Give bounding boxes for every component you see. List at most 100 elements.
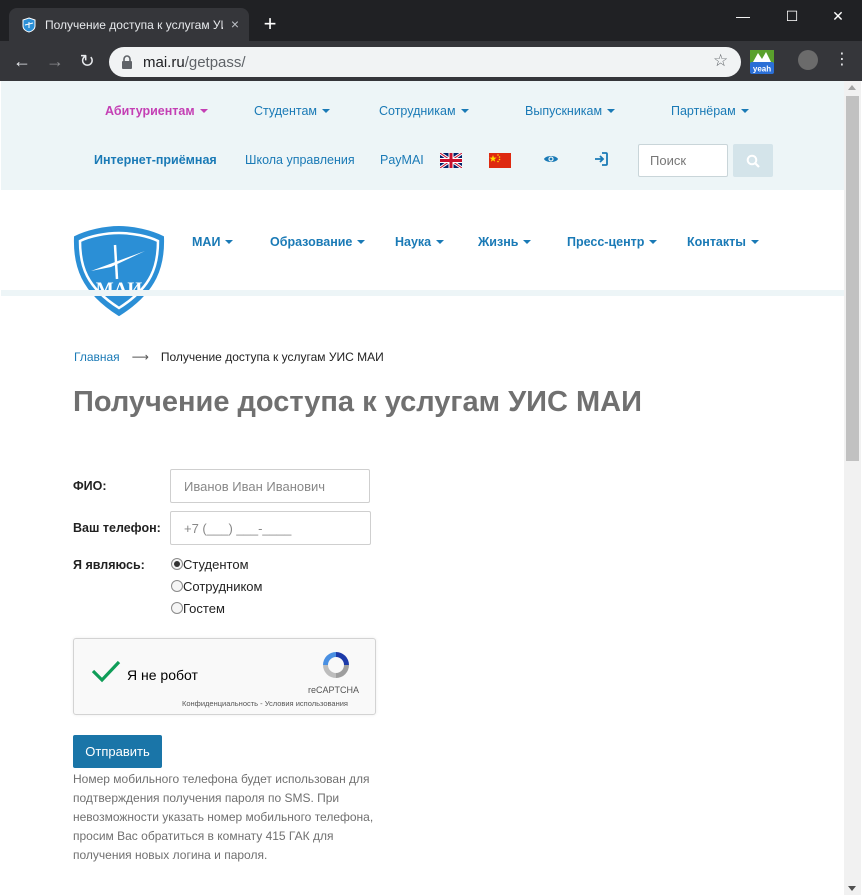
role-option-label: Гостем (183, 601, 225, 616)
radio-checked-icon[interactable] (171, 558, 183, 570)
browser-toolbar: ← → ↻ mai.ru/getpass/ ☆ (0, 41, 862, 81)
chevron-down-icon (750, 240, 759, 244)
minimize-button[interactable]: — (733, 6, 753, 26)
link-paymai[interactable]: PayMAI (380, 153, 424, 167)
scrollbar[interactable] (844, 81, 861, 895)
mainnav-science[interactable]: Наука (395, 235, 445, 249)
mainnav-contacts-label: Контакты (687, 235, 746, 249)
link-management-school[interactable]: Школа управления (245, 153, 355, 167)
breadcrumb-home-link[interactable]: Главная (74, 350, 120, 364)
new-tab-button[interactable]: + (261, 13, 279, 35)
search-button[interactable] (733, 144, 773, 177)
topnav-students-label: Студентам (254, 104, 318, 118)
browser-tab[interactable]: Получение доступа к услугам УИС МАИ × (9, 8, 249, 41)
mainnav-life[interactable]: Жизнь (478, 235, 532, 249)
topnav-students[interactable]: Студентам (254, 104, 331, 118)
address-bar[interactable]: mai.ru/getpass/ ☆ (109, 47, 741, 77)
topnav-applicants[interactable]: Абитуриентам (105, 104, 208, 118)
role-label: Я являюсь: (73, 558, 145, 572)
role-option-guest[interactable]: Гостем (171, 601, 225, 617)
tab-close-icon[interactable]: × (227, 16, 243, 32)
mainnav-life-label: Жизнь (478, 235, 519, 249)
chevron-down-icon (322, 109, 331, 113)
submit-button[interactable]: Отправить (73, 735, 162, 768)
tab-strip: Получение доступа к услугам УИС МАИ × + … (0, 0, 862, 41)
page-title: Получение доступа к услугам УИС МАИ (73, 386, 642, 418)
phone-label: Ваш телефон: (73, 521, 161, 535)
mainnav-education[interactable]: Образование (270, 235, 366, 249)
forward-button[interactable]: → (45, 51, 65, 71)
phone-input[interactable] (170, 511, 371, 545)
topnav-partners-label: Партнёрам (671, 104, 736, 118)
nav-divider (1, 290, 844, 296)
role-option-employee[interactable]: Сотрудником (171, 579, 262, 595)
extension-icon[interactable]: yeah (750, 48, 774, 74)
lock-icon (122, 55, 132, 69)
chevron-down-icon (357, 240, 366, 244)
topnav-staff-label: Сотрудникам (379, 104, 456, 118)
back-button[interactable]: ← (12, 51, 32, 71)
chevron-down-icon (225, 240, 234, 244)
browser-menu-icon[interactable]: ⋮ (834, 50, 850, 70)
recaptcha-label: Я не робот (127, 667, 198, 683)
topnav-alumni-label: Выпускникам (525, 104, 603, 118)
top-bar: Абитуриентам Студентам Сотрудникам Выпус… (1, 81, 844, 190)
mainnav-mai-label: МАИ (192, 235, 221, 249)
radio-unchecked-icon[interactable] (171, 580, 183, 592)
search-input[interactable] (638, 144, 728, 177)
url-host: mai.ru (143, 54, 185, 71)
scroll-down-arrow-icon[interactable] (848, 886, 856, 891)
checkmark-icon[interactable] (91, 659, 121, 683)
scrollbar-thumb[interactable] (846, 96, 859, 461)
mainnav-education-label: Образование (270, 235, 353, 249)
chevron-down-icon (460, 109, 469, 113)
link-internet-admission[interactable]: Интернет-приёмная (94, 153, 217, 167)
browser-chrome: Получение доступа к услугам УИС МАИ × + … (0, 0, 862, 81)
mai-favicon-icon (22, 17, 36, 33)
topnav-alumni[interactable]: Выпускникам (525, 104, 616, 118)
recaptcha-widget[interactable]: Я не робот reCAPTCHA Конфиденциальность … (73, 638, 376, 715)
mainnav-science-label: Наука (395, 235, 432, 249)
help-text: Номер мобильного телефона будет использо… (73, 772, 374, 862)
role-option-student[interactable]: Студентом (171, 557, 249, 573)
china-flag-icon[interactable] (489, 153, 511, 168)
fio-label: ФИО: (73, 479, 107, 493)
chevron-down-icon (436, 240, 445, 244)
uk-flag-icon[interactable] (440, 153, 462, 168)
chevron-down-icon (649, 240, 658, 244)
topnav-applicants-label: Абитуриентам (105, 104, 195, 118)
profile-avatar[interactable] (798, 50, 818, 70)
chevron-down-icon (199, 109, 208, 113)
fio-input[interactable] (170, 469, 370, 503)
scroll-up-arrow-icon[interactable] (848, 85, 856, 90)
maximize-button[interactable]: ☐ (782, 6, 802, 26)
tab-title: Получение доступа к услугам УИС МАИ (45, 18, 223, 32)
mai-logo[interactable]: МАИ (71, 225, 167, 317)
mainnav-press[interactable]: Пресс-центр (567, 235, 658, 249)
mainnav-press-label: Пресс-центр (567, 235, 645, 249)
topnav-staff[interactable]: Сотрудникам (379, 104, 469, 118)
topnav-partners[interactable]: Партнёрам (671, 104, 749, 118)
search-icon (746, 154, 760, 168)
mainnav-contacts[interactable]: Контакты (687, 235, 759, 249)
close-window-button[interactable]: ✕ (828, 6, 848, 26)
recaptcha-brand: reCAPTCHA (308, 685, 360, 695)
breadcrumb: Главная ⟶ Получение доступа к услугам УИС … (74, 350, 384, 364)
recaptcha-links[interactable]: Конфиденциальность - Условия использован… (182, 699, 348, 708)
eye-icon[interactable] (543, 151, 559, 167)
chevron-down-icon (607, 109, 616, 113)
page-viewport: Абитуриентам Студентам Сотрудникам Выпус… (1, 81, 844, 895)
role-option-label: Студентом (183, 557, 249, 572)
role-option-label: Сотрудником (183, 579, 263, 594)
chevron-down-icon (740, 109, 749, 113)
extension-label: yeah (753, 65, 771, 74)
chevron-down-icon (523, 240, 532, 244)
mainnav-mai[interactable]: МАИ (192, 235, 234, 249)
login-icon[interactable] (593, 151, 609, 167)
bookmark-star-icon[interactable]: ☆ (713, 52, 731, 70)
arrow-right-icon: ⟶ (131, 350, 149, 364)
reload-button[interactable]: ↻ (77, 51, 97, 71)
radio-unchecked-icon[interactable] (171, 602, 183, 614)
url-text: mai.ru/getpass/ (143, 54, 246, 71)
recaptcha-logo-icon (323, 652, 349, 678)
